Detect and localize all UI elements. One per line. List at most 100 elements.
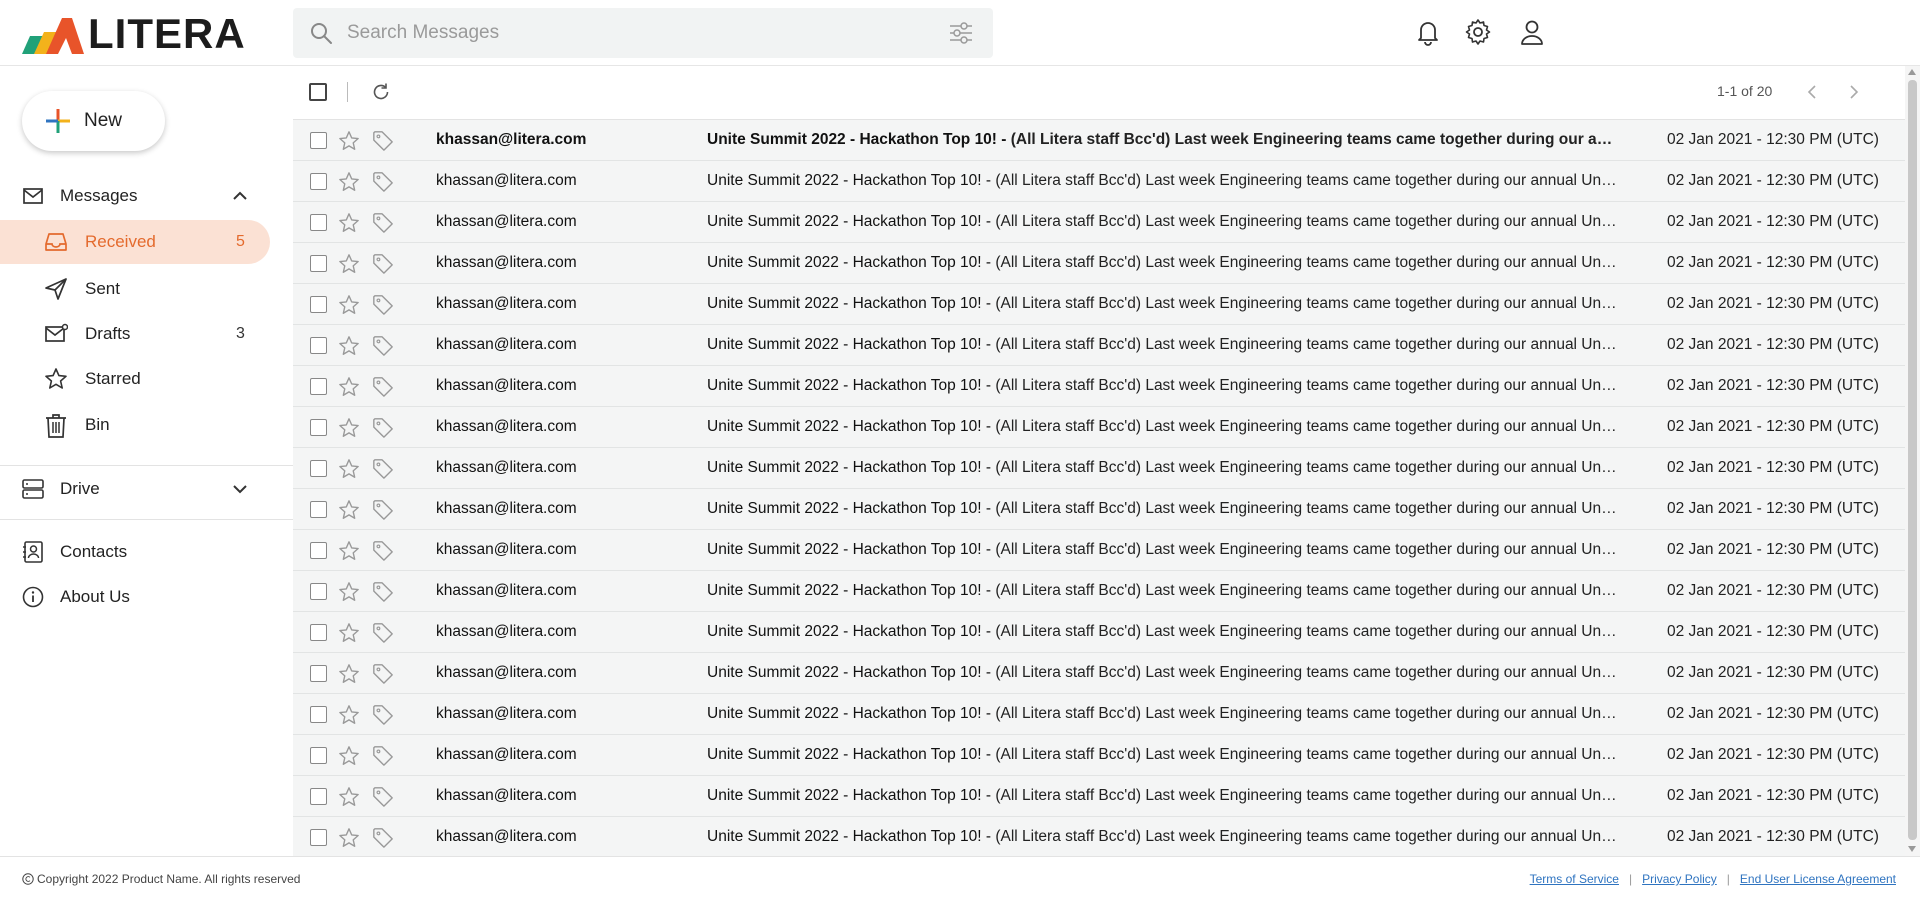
scrollbar[interactable]: [1905, 66, 1920, 856]
message-row[interactable]: khassan@litera.com Unite Summit 2022 - H…: [293, 325, 1905, 366]
message-row[interactable]: khassan@litera.com Unite Summit 2022 - H…: [293, 243, 1905, 284]
star-icon[interactable]: [338, 581, 360, 603]
star-icon[interactable]: [338, 130, 360, 152]
star-icon[interactable]: [338, 499, 360, 521]
message-row[interactable]: khassan@litera.com Unite Summit 2022 - H…: [293, 653, 1905, 694]
star-icon[interactable]: [338, 376, 360, 398]
filter-sliders-icon[interactable]: [949, 22, 973, 44]
tag-icon[interactable]: [372, 540, 394, 562]
message-row[interactable]: khassan@litera.com Unite Summit 2022 - H…: [293, 817, 1905, 858]
chevron-left-icon[interactable]: [1803, 82, 1823, 102]
sidebar-item-sent[interactable]: Sent: [0, 267, 270, 311]
row-checkbox[interactable]: [310, 706, 327, 723]
row-checkbox[interactable]: [310, 542, 327, 559]
star-icon[interactable]: [338, 458, 360, 480]
message-row[interactable]: khassan@litera.com Unite Summit 2022 - H…: [293, 489, 1905, 530]
sidebar-item-starred[interactable]: Starred: [0, 357, 270, 401]
sidebar-item-drafts[interactable]: Drafts 3: [0, 312, 270, 356]
star-icon[interactable]: [338, 294, 360, 316]
terms-of-service-link[interactable]: Terms of Service: [1530, 872, 1619, 886]
settings-button[interactable]: [1464, 18, 1494, 48]
message-row[interactable]: khassan@litera.com Unite Summit 2022 - H…: [293, 735, 1905, 776]
star-icon[interactable]: [338, 212, 360, 234]
message-row[interactable]: khassan@litera.com Unite Summit 2022 - H…: [293, 202, 1905, 243]
select-all-checkbox[interactable]: [309, 83, 327, 101]
message-row[interactable]: khassan@litera.com Unite Summit 2022 - H…: [293, 776, 1905, 817]
drive-section-toggle[interactable]: Drive: [0, 471, 293, 507]
row-checkbox[interactable]: [310, 378, 327, 395]
row-checkbox[interactable]: [310, 214, 327, 231]
tag-icon[interactable]: [372, 130, 394, 152]
row-checkbox[interactable]: [310, 583, 327, 600]
tag-icon[interactable]: [372, 581, 394, 603]
row-checkbox[interactable]: [310, 747, 327, 764]
scroll-up-arrow[interactable]: [1908, 69, 1916, 75]
row-checkbox[interactable]: [310, 460, 327, 477]
sidebar-item-received[interactable]: Received 5: [0, 220, 270, 264]
refresh-icon[interactable]: [371, 82, 391, 102]
profile-button[interactable]: [1518, 18, 1548, 48]
message-row[interactable]: khassan@litera.com Unite Summit 2022 - H…: [293, 407, 1905, 448]
tag-icon[interactable]: [372, 417, 394, 439]
tag-icon[interactable]: [372, 745, 394, 767]
new-message-button[interactable]: New: [22, 91, 165, 151]
star-icon[interactable]: [338, 745, 360, 767]
message-row[interactable]: khassan@litera.com Unite Summit 2022 - H…: [293, 120, 1905, 161]
message-row[interactable]: khassan@litera.com Unite Summit 2022 - H…: [293, 571, 1905, 612]
star-icon[interactable]: [338, 335, 360, 357]
star-icon[interactable]: [338, 171, 360, 193]
messages-section-toggle[interactable]: Messages: [0, 178, 293, 214]
tag-icon[interactable]: [372, 253, 394, 275]
row-checkbox[interactable]: [310, 501, 327, 518]
tag-icon[interactable]: [372, 458, 394, 480]
star-icon[interactable]: [338, 663, 360, 685]
star-icon[interactable]: [338, 786, 360, 808]
message-row[interactable]: khassan@litera.com Unite Summit 2022 - H…: [293, 448, 1905, 489]
star-icon[interactable]: [338, 417, 360, 439]
message-row[interactable]: khassan@litera.com Unite Summit 2022 - H…: [293, 612, 1905, 653]
tag-icon[interactable]: [372, 786, 394, 808]
star-icon[interactable]: [338, 827, 360, 849]
chevron-right-icon[interactable]: [1843, 82, 1863, 102]
search-bar[interactable]: [293, 8, 993, 58]
row-checkbox[interactable]: [310, 829, 327, 846]
tag-icon[interactable]: [372, 499, 394, 521]
scroll-down-arrow[interactable]: [1908, 846, 1916, 852]
tag-icon[interactable]: [372, 294, 394, 316]
sidebar-item-about-us[interactable]: About Us: [0, 579, 293, 615]
eula-link[interactable]: End User License Agreement: [1740, 872, 1896, 886]
message-row[interactable]: khassan@litera.com Unite Summit 2022 - H…: [293, 284, 1905, 325]
row-checkbox[interactable]: [310, 173, 327, 190]
tag-icon[interactable]: [372, 212, 394, 234]
tag-icon[interactable]: [372, 827, 394, 849]
logo[interactable]: LITERA: [22, 12, 246, 56]
tag-icon[interactable]: [372, 171, 394, 193]
sidebar-item-bin[interactable]: Bin: [0, 403, 270, 447]
sidebar-item-contacts[interactable]: Contacts: [0, 534, 293, 570]
notifications-button[interactable]: [1414, 18, 1444, 48]
tag-icon[interactable]: [372, 376, 394, 398]
search-input[interactable]: [347, 8, 949, 58]
row-checkbox[interactable]: [310, 132, 327, 149]
star-icon[interactable]: [338, 704, 360, 726]
row-checkbox[interactable]: [310, 419, 327, 436]
star-icon[interactable]: [338, 622, 360, 644]
row-checkbox[interactable]: [310, 665, 327, 682]
row-checkbox[interactable]: [310, 337, 327, 354]
tag-icon[interactable]: [372, 335, 394, 357]
tag-icon[interactable]: [372, 704, 394, 726]
scrollbar-thumb[interactable]: [1908, 80, 1917, 840]
row-checkbox[interactable]: [310, 255, 327, 272]
message-row[interactable]: khassan@litera.com Unite Summit 2022 - H…: [293, 694, 1905, 735]
privacy-policy-link[interactable]: Privacy Policy: [1642, 872, 1717, 886]
row-checkbox[interactable]: [310, 296, 327, 313]
tag-icon[interactable]: [372, 622, 394, 644]
tag-icon[interactable]: [372, 663, 394, 685]
message-row[interactable]: khassan@litera.com Unite Summit 2022 - H…: [293, 530, 1905, 571]
row-checkbox[interactable]: [310, 624, 327, 641]
message-row[interactable]: khassan@litera.com Unite Summit 2022 - H…: [293, 366, 1905, 407]
star-icon[interactable]: [338, 253, 360, 275]
row-checkbox[interactable]: [310, 788, 327, 805]
message-row[interactable]: khassan@litera.com Unite Summit 2022 - H…: [293, 161, 1905, 202]
star-icon[interactable]: [338, 540, 360, 562]
